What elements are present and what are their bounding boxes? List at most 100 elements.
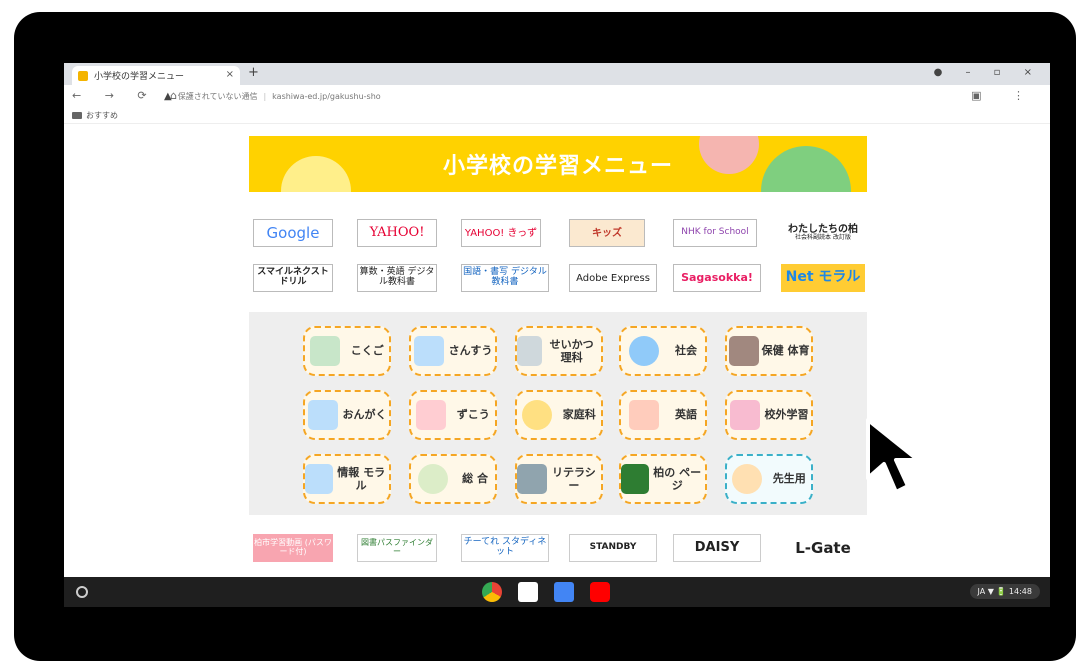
google-link[interactable]: Google xyxy=(253,219,333,247)
subject-label: さんすう xyxy=(448,344,493,358)
subject-eigo-button[interactable]: 英語 xyxy=(619,390,707,440)
nhk-school-label: NHK for School xyxy=(681,227,749,238)
subject-label: 情報 モラル xyxy=(337,465,386,492)
subject-label: 柏の ページ xyxy=(653,465,702,492)
address-bar[interactable]: ▲ 保護されていない通信 | kashiwa-ed.jp/gakushu-sho xyxy=(164,88,784,104)
cursor-pointer-icon xyxy=(866,418,920,494)
vaulting-box-icon xyxy=(728,336,759,366)
address-divider: | xyxy=(263,91,267,101)
adobe-express-label: Adobe Express xyxy=(576,272,650,284)
watashitachi-link[interactable]: わたしたちの柏 社会科副読本 改訂版 xyxy=(781,219,865,247)
subject-zukou-button[interactable]: ずこう xyxy=(409,390,497,440)
bus-icon xyxy=(729,400,760,430)
network-icon xyxy=(305,464,334,494)
watashitachi-sub: 社会科副読本 改訂版 xyxy=(795,234,851,242)
smile-next-link[interactable]: スマイルネクスト ドリル xyxy=(253,264,333,292)
address-warning: 保護されていない通信 xyxy=(177,91,258,101)
gmail-icon[interactable] xyxy=(518,582,538,602)
chiteru-label: チーてれ スタディネット xyxy=(463,537,547,557)
favicon-icon xyxy=(78,70,88,81)
pinned-apps xyxy=(482,582,610,602)
compass-icon xyxy=(413,336,444,366)
kids-site-label: キッズ xyxy=(592,227,622,239)
close-tab-icon[interactable]: × xyxy=(226,69,234,80)
l-gate-link[interactable]: L-Gate xyxy=(781,534,865,562)
link-row-1: Google YAHOO! YAHOO! きっず キッズ NHK for Sch… xyxy=(253,219,865,247)
tab-strip: 小学校の学習メニュー × + ● – ▫ × xyxy=(64,63,1050,85)
library-pathfinder-link[interactable]: 図書パスファインダー xyxy=(357,534,437,562)
chiteru-studynet-link[interactable]: チーてれ スタディネット xyxy=(461,534,549,562)
status-tray[interactable]: JA ▼ 🔋 14:48 xyxy=(969,584,1040,599)
link-row-2: スマイルネクスト ドリル 算数・英語 デジタル教科書 国語・書写 デジタル教科書… xyxy=(253,264,865,292)
net-moral-link[interactable]: Net モラル xyxy=(781,264,865,292)
yahoo-link[interactable]: YAHOO! xyxy=(357,219,437,247)
page-header: 小学校の学習メニュー xyxy=(249,136,867,192)
subject-grid: こくご さんすう せいかつ 理科 社会 保健 体育 おんがく ずこう 家庭科 英… xyxy=(249,312,867,515)
tab-title: 小学校の学習メニュー xyxy=(94,72,185,82)
subject-label: おんがく xyxy=(342,408,387,422)
school-video-link[interactable]: 柏市学習動画 (パスワード付) xyxy=(253,534,333,562)
subject-ongaku-button[interactable]: おんがく xyxy=(303,390,391,440)
subject-label: 英語 xyxy=(675,408,697,422)
daisy-link[interactable]: DAISY xyxy=(673,534,761,562)
address-url: kashiwa-ed.jp/gakushu-sho xyxy=(272,91,381,101)
paintbrush-icon xyxy=(416,400,447,430)
subject-sansu-button[interactable]: さんすう xyxy=(409,326,497,376)
docs-icon[interactable] xyxy=(554,582,574,602)
page-title: 小学校の学習メニュー xyxy=(442,154,673,179)
yahoo-kids-link[interactable]: YAHOO! きっず xyxy=(461,219,541,247)
l-gate-label: L-Gate xyxy=(795,538,851,557)
keyboard-harmonica-icon xyxy=(307,400,338,430)
chromeos-shelf: JA ▼ 🔋 14:48 xyxy=(64,577,1050,607)
math-english-textbook-link[interactable]: 算数・英語 デジタル教科書 xyxy=(357,264,437,292)
chrome-icon[interactable] xyxy=(482,582,502,602)
sagasokka-label: Sagasokka! xyxy=(681,270,753,284)
subject-label: ずこう xyxy=(456,408,490,422)
subject-kougai-button[interactable]: 校外学習 xyxy=(725,390,813,440)
japanese-textbook-link[interactable]: 国語・書写 デジタル教科書 xyxy=(461,264,549,292)
folder-icon xyxy=(72,111,82,119)
subject-joho-moral-button[interactable]: 情報 モラル xyxy=(303,454,391,504)
scale-icon xyxy=(522,400,553,430)
standby-link[interactable]: STANDBY xyxy=(569,534,657,562)
menu-icon[interactable]: ▣ ⋮ xyxy=(971,89,1038,102)
kashiwa-logo-icon xyxy=(621,464,650,494)
subject-label: 校外学習 xyxy=(764,408,809,422)
yahoo-label: YAHOO! xyxy=(369,224,425,240)
subject-katei-button[interactable]: 家庭科 xyxy=(515,390,603,440)
window-controls[interactable]: ● – ▫ × xyxy=(934,67,1042,78)
subject-seikatsu-rika-button[interactable]: せいかつ 理科 xyxy=(515,326,603,376)
browser-tab[interactable]: 小学校の学習メニュー × xyxy=(72,66,240,85)
bookmarks-bar: おすすめ xyxy=(64,107,1050,124)
lightbulb-icon xyxy=(418,464,449,494)
laptop-icon xyxy=(517,464,547,494)
subject-label: せいかつ 理科 xyxy=(549,337,594,364)
abc-icon xyxy=(629,400,659,430)
japanese-label: 国語・書写 デジタル教科書 xyxy=(463,267,547,287)
sagasokka-link[interactable]: Sagasokka! xyxy=(673,264,761,292)
launcher-icon[interactable] xyxy=(76,586,88,598)
subject-label: リテラシー xyxy=(551,465,596,492)
subject-sougou-button[interactable]: 総 合 xyxy=(409,454,497,504)
kids-site-link[interactable]: キッズ xyxy=(569,219,645,247)
microscope-icon xyxy=(517,336,543,366)
subject-hoken-taiiku-button[interactable]: 保健 体育 xyxy=(725,326,813,376)
library-pathfinder-label: 図書パスファインダー xyxy=(361,538,433,556)
bookmark-item[interactable]: おすすめ xyxy=(86,110,118,121)
adobe-express-link[interactable]: Adobe Express xyxy=(569,264,657,292)
nhk-school-link[interactable]: NHK for School xyxy=(673,219,757,247)
globe-icon xyxy=(629,336,659,366)
menu-page: 小学校の学習メニュー Google YAHOO! YAHOO! きっず キッズ … xyxy=(249,136,867,576)
subject-label: こくご xyxy=(350,344,384,358)
subject-literacy-button[interactable]: リテラシー xyxy=(515,454,603,504)
subject-kokugo-button[interactable]: こくご xyxy=(303,326,391,376)
daisy-label: DAISY xyxy=(694,539,740,555)
teacher-menu-button[interactable]: 先生用 xyxy=(725,454,813,504)
subject-kashiwa-page-button[interactable]: 柏の ページ xyxy=(619,454,707,504)
chromebook-screen: 小学校の学習メニュー × + ● – ▫ × ← → ⟳ ⌂ ▲ 保護されていな… xyxy=(64,63,1050,607)
subject-label: 先生用 xyxy=(772,472,806,486)
subject-shakai-button[interactable]: 社会 xyxy=(619,326,707,376)
new-tab-button[interactable]: + xyxy=(248,65,259,80)
youtube-icon[interactable] xyxy=(590,582,610,602)
net-moral-label: Net モラル xyxy=(785,269,861,286)
